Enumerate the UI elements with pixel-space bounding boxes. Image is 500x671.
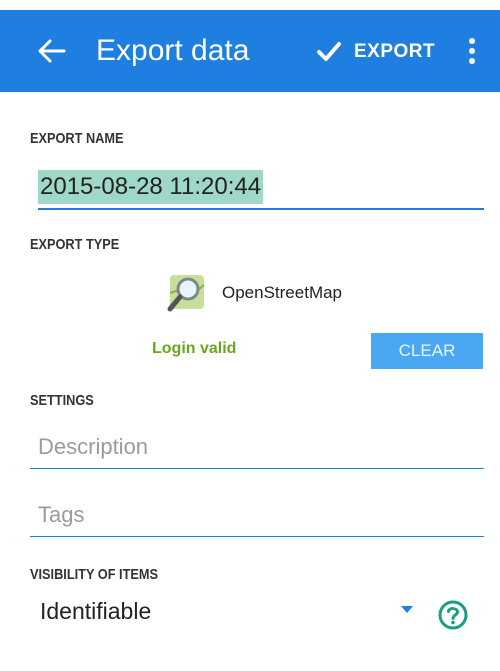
overflow-menu-icon[interactable] (460, 36, 484, 68)
check-icon (317, 42, 341, 61)
visibility-label: VISIBILITY OF ITEMS (30, 566, 158, 583)
login-status: Login valid (152, 340, 237, 357)
chevron-down-icon (401, 606, 413, 613)
export-name-value: 2015-08-28 11:20:44 (38, 170, 264, 204)
description-field[interactable]: Description (30, 428, 484, 469)
description-placeholder: Description (38, 434, 149, 459)
export-button-label: EXPORT (354, 41, 436, 62)
export-type-name: OpenStreetMap (222, 283, 343, 302)
tags-placeholder: Tags (38, 502, 85, 527)
export-name-label: EXPORT NAME (30, 130, 124, 147)
page-title: Export data (96, 34, 250, 67)
visibility-value: Identifiable (40, 598, 152, 624)
app-bar: Export data EXPORT (0, 10, 500, 92)
settings-label: SETTINGS (30, 392, 94, 409)
export-type-label: EXPORT TYPE (30, 236, 120, 253)
tags-field[interactable]: Tags (30, 496, 484, 537)
export-type-selector[interactable]: OpenStreetMap (166, 271, 342, 315)
back-arrow-icon[interactable] (36, 38, 68, 64)
clear-button[interactable]: CLEAR (371, 333, 483, 369)
export-name-input[interactable]: 2015-08-28 11:20:44 (38, 168, 484, 210)
help-icon[interactable] (438, 600, 468, 630)
export-button[interactable]: EXPORT (316, 32, 435, 72)
osm-map-icon (167, 275, 205, 312)
